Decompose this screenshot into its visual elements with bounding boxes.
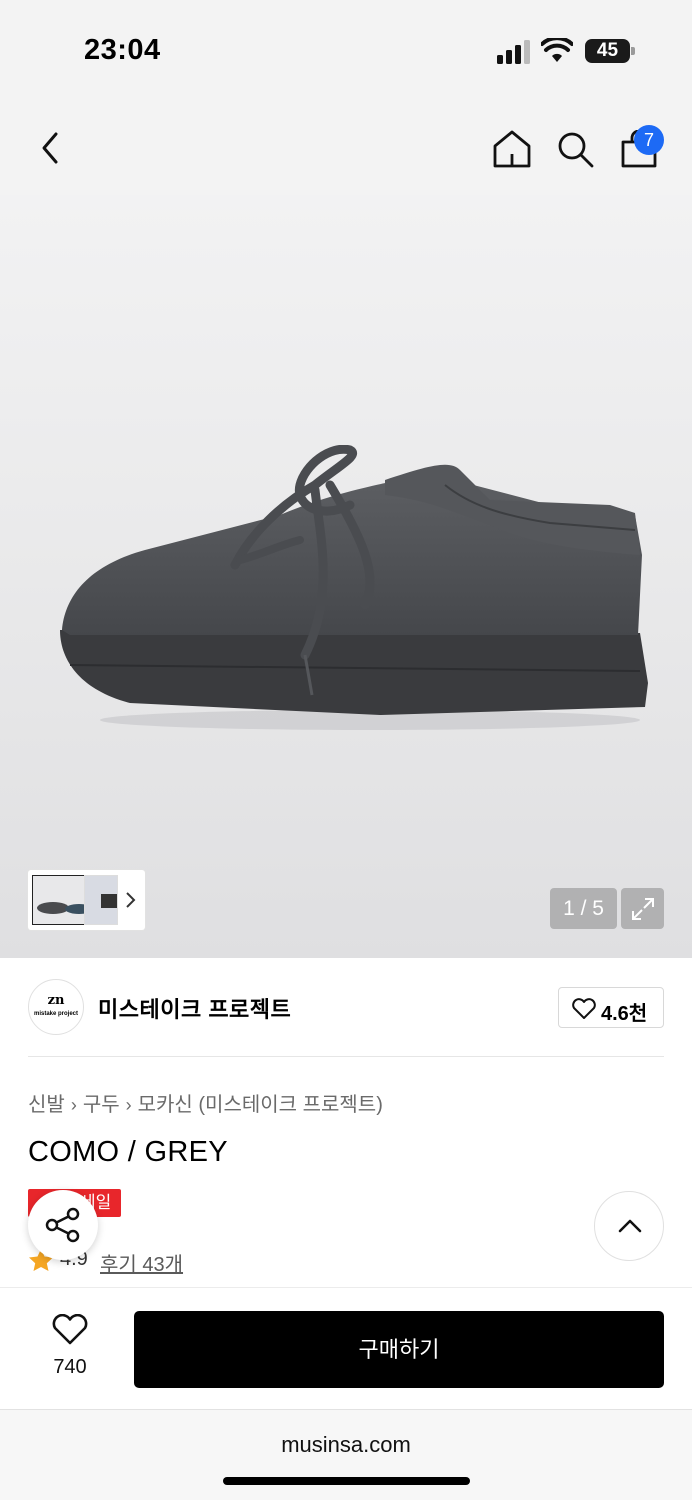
status-bar: 23:04 45 xyxy=(0,0,692,100)
status-time: 23:04 xyxy=(84,34,161,66)
back-arrow-icon[interactable] xyxy=(34,130,64,166)
chevron-right-icon[interactable] xyxy=(124,890,138,910)
product-shoe-image xyxy=(60,445,648,730)
share-icon xyxy=(45,1207,80,1243)
thumbnail-strip[interactable] xyxy=(28,870,145,930)
battery-level: 45 xyxy=(596,40,619,61)
wish-count: 740 xyxy=(53,1356,87,1378)
image-counter: 1 / 5 xyxy=(550,888,617,929)
product-image-gallery[interactable]: 1 / 5 xyxy=(0,195,692,958)
brand-like-count: 4.6천 xyxy=(601,1003,648,1025)
heart-icon[interactable] xyxy=(51,1314,89,1346)
breadcrumb: 신발 › 구두 › 모카신 (미스테이크 프로젝트) xyxy=(28,1088,383,1117)
brand-like-button[interactable]: 4.6천 xyxy=(558,987,664,1028)
expand-image-button[interactable] xyxy=(621,888,664,929)
buy-button[interactable]: 구매하기 xyxy=(134,1311,664,1388)
chevron-right-icon: › xyxy=(70,1095,77,1115)
brand-logo[interactable]: zn mistake project xyxy=(28,979,84,1035)
brand-logo-mark: zn xyxy=(47,993,65,1008)
search-icon[interactable] xyxy=(556,130,596,170)
thumbnail-2[interactable] xyxy=(84,875,118,925)
brand-logo-sub: mistake project xyxy=(33,1011,79,1017)
battery-icon: 45 xyxy=(585,39,635,63)
breadcrumb-item[interactable]: 구두 xyxy=(83,1094,120,1116)
brand-name[interactable]: 미스테이크 프로젝트 xyxy=(98,992,291,1024)
scroll-to-top-button[interactable] xyxy=(594,1191,664,1261)
chevron-up-icon xyxy=(618,1219,642,1233)
heart-icon xyxy=(572,998,596,1019)
cart-count-badge: 7 xyxy=(634,125,664,155)
expand-icon xyxy=(632,898,654,920)
divider xyxy=(28,1056,664,1057)
cellular-signal-icon xyxy=(497,40,530,64)
home-indicator xyxy=(223,1477,470,1485)
thumbnail-shoe-icon xyxy=(85,876,117,924)
brand-row[interactable]: zn mistake project 미스테이크 프로젝트 4.6천 xyxy=(28,978,664,1036)
product-title: COMO / GREY xyxy=(28,1136,228,1168)
purchase-bar: 740 구매하기 xyxy=(0,1287,692,1409)
home-icon[interactable] xyxy=(491,128,533,170)
top-nav: 7 xyxy=(0,100,692,195)
browser-url-bar[interactable]: musinsa.com xyxy=(0,1409,692,1500)
share-button[interactable] xyxy=(28,1190,98,1260)
review-count-link[interactable]: 후기 43개 xyxy=(100,1248,183,1277)
breadcrumb-item[interactable]: 신발 xyxy=(28,1094,65,1116)
breadcrumb-item[interactable]: 모카신 (미스테이크 프로젝트) xyxy=(138,1094,383,1116)
chevron-right-icon: › xyxy=(125,1095,132,1115)
url-text[interactable]: musinsa.com xyxy=(0,1432,692,1458)
wifi-icon xyxy=(541,38,573,62)
